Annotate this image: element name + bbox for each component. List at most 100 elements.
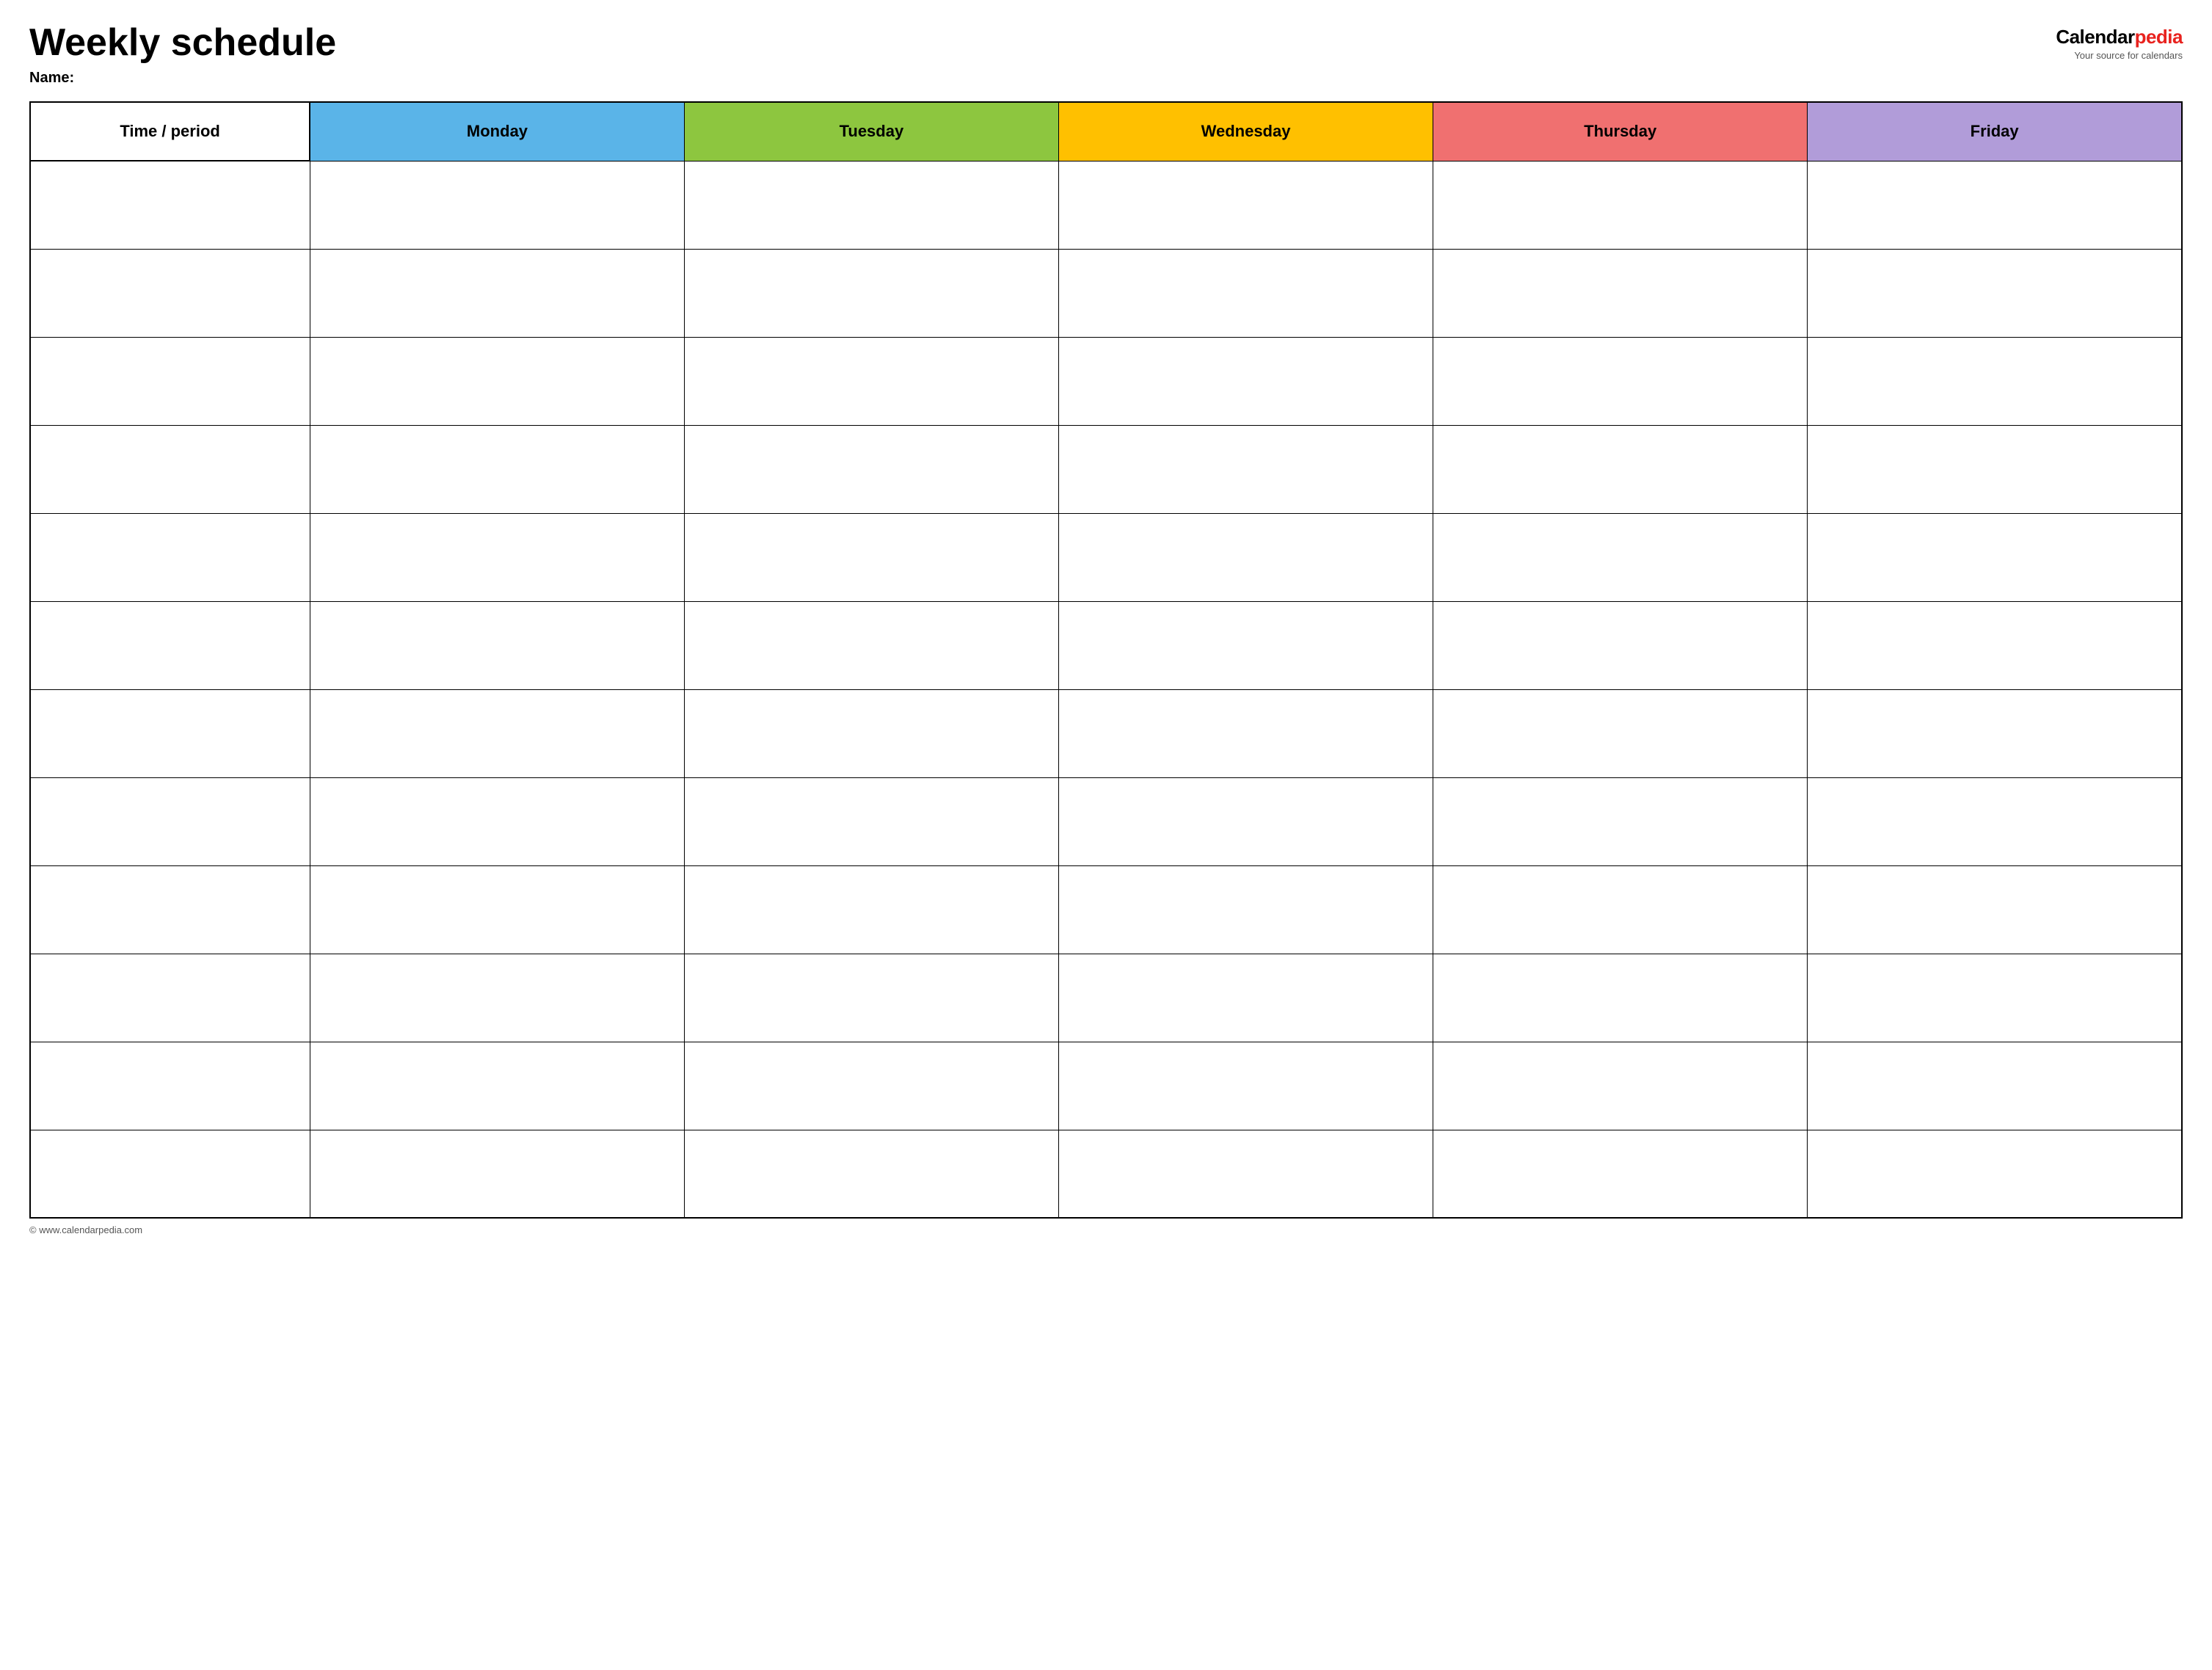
schedule-cell[interactable] bbox=[1808, 513, 2182, 601]
schedule-cell[interactable] bbox=[1433, 1130, 1808, 1218]
schedule-cell[interactable] bbox=[1808, 1130, 2182, 1218]
schedule-cell[interactable] bbox=[684, 249, 1058, 337]
time-cell[interactable] bbox=[30, 513, 310, 601]
schedule-cell[interactable] bbox=[1808, 865, 2182, 954]
schedule-cell[interactable] bbox=[684, 954, 1058, 1042]
schedule-cell[interactable] bbox=[310, 601, 684, 689]
schedule-cell[interactable] bbox=[1433, 601, 1808, 689]
schedule-cell[interactable] bbox=[1433, 161, 1808, 249]
header-thursday: Thursday bbox=[1433, 102, 1808, 161]
schedule-cell[interactable] bbox=[684, 513, 1058, 601]
schedule-cell[interactable] bbox=[684, 601, 1058, 689]
schedule-cell[interactable] bbox=[1808, 689, 2182, 777]
schedule-cell[interactable] bbox=[1808, 601, 2182, 689]
header-area: Weekly schedule Name: Calendarpedia Your… bbox=[29, 22, 2183, 87]
schedule-cell[interactable] bbox=[310, 337, 684, 425]
header-wednesday: Wednesday bbox=[1058, 102, 1433, 161]
schedule-cell[interactable] bbox=[1058, 601, 1433, 689]
schedule-cell[interactable] bbox=[1058, 777, 1433, 865]
table-row bbox=[30, 249, 2182, 337]
time-cell[interactable] bbox=[30, 601, 310, 689]
time-cell[interactable] bbox=[30, 865, 310, 954]
schedule-cell[interactable] bbox=[310, 161, 684, 249]
header-monday: Monday bbox=[310, 102, 684, 161]
logo-tagline: Your source for calendars bbox=[2074, 50, 2183, 61]
schedule-cell[interactable] bbox=[1433, 337, 1808, 425]
schedule-cell[interactable] bbox=[1058, 865, 1433, 954]
schedule-cell[interactable] bbox=[684, 1130, 1058, 1218]
schedule-cell[interactable] bbox=[1058, 425, 1433, 513]
schedule-cell[interactable] bbox=[684, 689, 1058, 777]
table-row bbox=[30, 689, 2182, 777]
table-row bbox=[30, 777, 2182, 865]
table-header-row: Time / period Monday Tuesday Wednesday T… bbox=[30, 102, 2182, 161]
logo-calendar: Calendar bbox=[2056, 26, 2134, 48]
schedule-table: Time / period Monday Tuesday Wednesday T… bbox=[29, 101, 2183, 1219]
page-wrapper: Weekly schedule Name: Calendarpedia Your… bbox=[29, 22, 2183, 1235]
schedule-cell[interactable] bbox=[684, 425, 1058, 513]
schedule-cell[interactable] bbox=[684, 337, 1058, 425]
schedule-cell[interactable] bbox=[1433, 865, 1808, 954]
page-title: Weekly schedule bbox=[29, 22, 2056, 64]
schedule-cell[interactable] bbox=[1433, 954, 1808, 1042]
logo-pedia: pedia bbox=[2135, 26, 2183, 48]
table-row bbox=[30, 1130, 2182, 1218]
schedule-cell[interactable] bbox=[1058, 161, 1433, 249]
schedule-cell[interactable] bbox=[310, 954, 684, 1042]
schedule-cell[interactable] bbox=[1808, 954, 2182, 1042]
schedule-cell[interactable] bbox=[1058, 337, 1433, 425]
schedule-cell[interactable] bbox=[1433, 777, 1808, 865]
table-row bbox=[30, 1042, 2182, 1130]
schedule-cell[interactable] bbox=[1808, 1042, 2182, 1130]
table-row bbox=[30, 601, 2182, 689]
schedule-cell[interactable] bbox=[1433, 689, 1808, 777]
schedule-cell[interactable] bbox=[1058, 513, 1433, 601]
schedule-cell[interactable] bbox=[310, 513, 684, 601]
time-cell[interactable] bbox=[30, 1042, 310, 1130]
time-cell[interactable] bbox=[30, 161, 310, 249]
title-section: Weekly schedule Name: bbox=[29, 22, 2056, 87]
schedule-cell[interactable] bbox=[1058, 689, 1433, 777]
schedule-cell[interactable] bbox=[1433, 425, 1808, 513]
schedule-cell[interactable] bbox=[310, 249, 684, 337]
time-cell[interactable] bbox=[30, 954, 310, 1042]
table-row bbox=[30, 161, 2182, 249]
time-cell[interactable] bbox=[30, 425, 310, 513]
schedule-cell[interactable] bbox=[1808, 337, 2182, 425]
schedule-cell[interactable] bbox=[1808, 777, 2182, 865]
name-label: Name: bbox=[29, 70, 2056, 87]
table-row bbox=[30, 337, 2182, 425]
logo-text: Calendarpedia bbox=[2056, 26, 2183, 48]
footer-text: © www.calendarpedia.com bbox=[29, 1224, 142, 1235]
table-row bbox=[30, 513, 2182, 601]
schedule-cell[interactable] bbox=[1433, 1042, 1808, 1130]
schedule-cell[interactable] bbox=[1058, 1042, 1433, 1130]
schedule-cell[interactable] bbox=[684, 865, 1058, 954]
schedule-cell[interactable] bbox=[1058, 249, 1433, 337]
time-cell[interactable] bbox=[30, 689, 310, 777]
schedule-cell[interactable] bbox=[310, 425, 684, 513]
schedule-cell[interactable] bbox=[310, 777, 684, 865]
schedule-cell[interactable] bbox=[684, 777, 1058, 865]
schedule-cell[interactable] bbox=[310, 689, 684, 777]
schedule-cell[interactable] bbox=[1433, 513, 1808, 601]
schedule-cell[interactable] bbox=[684, 161, 1058, 249]
schedule-cell[interactable] bbox=[1433, 249, 1808, 337]
header-time: Time / period bbox=[30, 102, 310, 161]
logo-section: Calendarpedia Your source for calendars bbox=[2056, 22, 2183, 61]
schedule-cell[interactable] bbox=[1808, 425, 2182, 513]
time-cell[interactable] bbox=[30, 1130, 310, 1218]
schedule-cell[interactable] bbox=[1058, 1130, 1433, 1218]
schedule-cell[interactable] bbox=[1808, 161, 2182, 249]
time-cell[interactable] bbox=[30, 249, 310, 337]
schedule-cell[interactable] bbox=[1058, 954, 1433, 1042]
time-cell[interactable] bbox=[30, 337, 310, 425]
schedule-cell[interactable] bbox=[310, 865, 684, 954]
schedule-cell[interactable] bbox=[684, 1042, 1058, 1130]
time-cell[interactable] bbox=[30, 777, 310, 865]
schedule-cell[interactable] bbox=[1808, 249, 2182, 337]
table-row bbox=[30, 954, 2182, 1042]
schedule-cell[interactable] bbox=[310, 1130, 684, 1218]
header-friday: Friday bbox=[1808, 102, 2182, 161]
schedule-cell[interactable] bbox=[310, 1042, 684, 1130]
